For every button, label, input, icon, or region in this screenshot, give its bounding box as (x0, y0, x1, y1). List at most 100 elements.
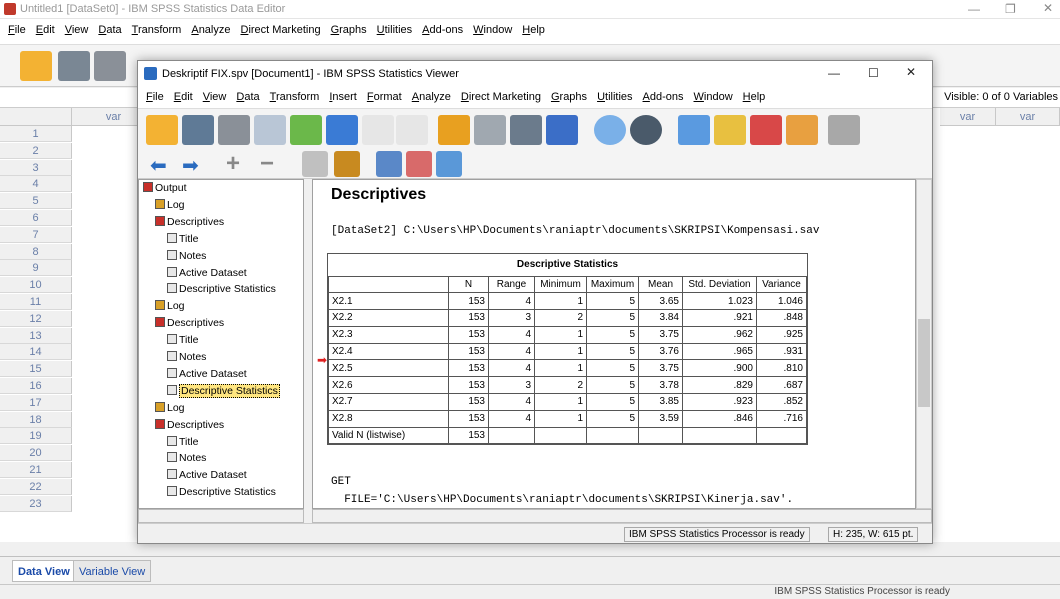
outline-node[interactable]: Active Dataset (167, 266, 247, 280)
editor-menu-view[interactable]: View (65, 24, 89, 36)
viewer-menu-add-ons[interactable]: Add-ons (643, 91, 684, 103)
row-header[interactable]: 19 (0, 428, 72, 445)
outline-node[interactable]: Title (167, 435, 198, 449)
insert-title-icon[interactable] (406, 151, 432, 177)
row-header[interactable]: 10 (0, 277, 72, 294)
column-header-var[interactable]: var (940, 108, 996, 126)
outline-node[interactable]: Descriptives (155, 215, 224, 229)
viewer-menu-help[interactable]: Help (743, 91, 766, 103)
content-horizontal-scrollbar[interactable] (312, 509, 932, 523)
editor-menu-direct-marketing[interactable]: Direct Marketing (240, 24, 320, 36)
outline-node[interactable]: Notes (167, 351, 206, 364)
print-icon[interactable] (94, 51, 126, 81)
editor-menu-window[interactable]: Window (473, 24, 512, 36)
editor-menu-transform[interactable]: Transform (132, 24, 182, 36)
collapse-icon[interactable]: − (260, 150, 274, 178)
extension-icon[interactable] (786, 115, 818, 145)
save-icon[interactable] (182, 115, 214, 145)
row-header[interactable]: 1 (0, 126, 72, 142)
redo-icon[interactable] (396, 115, 428, 145)
demote-icon[interactable]: ➡ (182, 153, 199, 178)
python-icon[interactable] (750, 115, 782, 145)
viewer-menu-graphs[interactable]: Graphs (551, 91, 587, 103)
row-header[interactable]: 6 (0, 210, 72, 226)
viewer-menu-edit[interactable]: Edit (174, 91, 193, 103)
close-icon[interactable]: ✕ (906, 65, 916, 79)
insert-heading-icon[interactable] (376, 151, 402, 177)
viewer-menu-format[interactable]: Format (367, 91, 402, 103)
outline-node[interactable]: Descriptives (155, 418, 224, 432)
open-icon[interactable] (146, 115, 178, 145)
outline-node[interactable]: Descriptive Statistics (167, 486, 276, 499)
viewer-menu-direct-marketing[interactable]: Direct Marketing (461, 91, 541, 103)
viewer-menu-transform[interactable]: Transform (270, 91, 320, 103)
outline-node[interactable]: Title (167, 232, 198, 246)
editor-menu-add-ons[interactable]: Add-ons (422, 24, 463, 36)
viewer-menu-file[interactable]: File (146, 91, 164, 103)
row-header[interactable]: 5 (0, 193, 72, 210)
outline-node[interactable]: Notes (167, 452, 206, 465)
goto-data-icon[interactable] (438, 115, 470, 145)
viewer-menu-view[interactable]: View (203, 91, 227, 103)
goto-case-icon[interactable] (474, 115, 506, 145)
editor-menu-file[interactable]: File (8, 24, 26, 36)
expand-icon[interactable]: + (226, 150, 240, 178)
print-preview-icon[interactable] (254, 115, 286, 145)
outline-node[interactable]: Notes (167, 249, 206, 263)
viewer-menu-insert[interactable]: Insert (329, 91, 357, 103)
editor-menu-graphs[interactable]: Graphs (331, 24, 367, 36)
output-outline-pane[interactable]: Output Log Descriptives Title Notes Active Da… (138, 179, 304, 509)
show-all-variables-icon[interactable] (630, 115, 662, 145)
undo-icon[interactable] (362, 115, 394, 145)
column-header-var[interactable]: var (996, 108, 1060, 126)
outline-node[interactable]: Title (167, 334, 198, 347)
outline-node[interactable]: Active Dataset (167, 367, 247, 381)
insert-text-icon[interactable] (436, 151, 462, 177)
row-header[interactable]: 12 (0, 310, 72, 327)
content-scroll-thumb[interactable] (918, 319, 930, 407)
pane-splitter[interactable] (304, 179, 312, 509)
outline-node[interactable]: Descriptives (155, 317, 224, 330)
use-variable-sets-icon[interactable] (594, 115, 626, 145)
minimize-icon[interactable]: — (828, 66, 840, 80)
maximize-icon[interactable]: ❐ (1005, 2, 1016, 16)
row-header[interactable]: 7 (0, 226, 72, 243)
row-header[interactable]: 3 (0, 159, 72, 176)
minimize-icon[interactable]: — (968, 2, 980, 16)
row-header[interactable]: 23 (0, 495, 72, 512)
row-header[interactable]: 9 (0, 260, 72, 277)
outline-node[interactable]: Log (155, 300, 185, 313)
viewer-menu-analyze[interactable]: Analyze (412, 91, 451, 103)
outline-node[interactable]: Log (155, 401, 185, 415)
viewer-menu-utilities[interactable]: Utilities (597, 91, 632, 103)
descriptive-statistics-table[interactable]: Descriptive Statistics N Range Minimum Maxim… (328, 254, 807, 445)
row-header[interactable]: 22 (0, 478, 72, 495)
editor-menu-edit[interactable]: Edit (36, 24, 55, 36)
row-header[interactable]: 8 (0, 243, 72, 260)
editor-menu-utilities[interactable]: Utilities (377, 24, 412, 36)
row-header[interactable]: 21 (0, 462, 72, 478)
variables-icon[interactable] (546, 115, 578, 145)
viewer-menu-data[interactable]: Data (236, 91, 259, 103)
viewer-menu-window[interactable]: Window (694, 91, 733, 103)
goto-variable-icon[interactable] (510, 115, 542, 145)
tab-variable-view[interactable]: Variable View (73, 560, 152, 582)
row-header[interactable]: 17 (0, 394, 72, 411)
show-icon[interactable] (302, 151, 328, 177)
editor-menu-data[interactable]: Data (98, 24, 121, 36)
hide-icon[interactable] (334, 151, 360, 177)
row-header[interactable]: 4 (0, 176, 72, 193)
row-header[interactable]: 13 (0, 327, 72, 344)
row-header[interactable]: 15 (0, 361, 72, 378)
custom-dialog-icon[interactable] (714, 115, 746, 145)
open-icon[interactable] (20, 51, 52, 81)
outline-horizontal-scrollbar[interactable] (138, 509, 304, 523)
row-header[interactable]: 14 (0, 344, 72, 361)
row-header[interactable]: 16 (0, 378, 72, 394)
promote-icon[interactable]: ⬅ (150, 153, 167, 178)
print-icon[interactable] (218, 115, 250, 145)
maximize-icon[interactable]: ☐ (868, 66, 879, 80)
spell-check-icon[interactable] (678, 115, 710, 145)
row-header[interactable]: 18 (0, 411, 72, 428)
save-icon[interactable] (58, 51, 90, 81)
